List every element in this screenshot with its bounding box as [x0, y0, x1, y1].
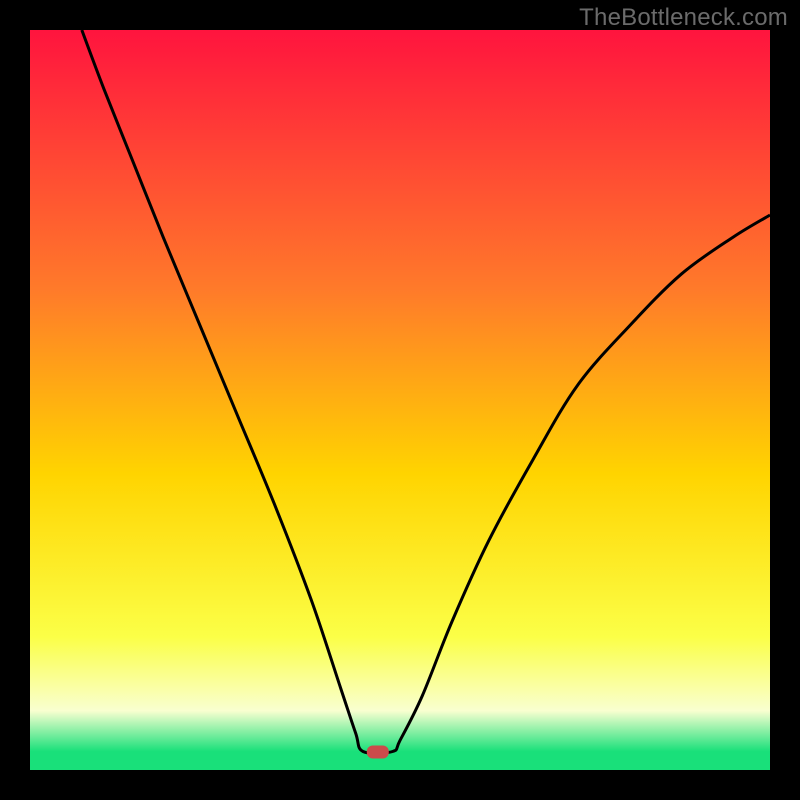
optimum-marker	[367, 746, 389, 759]
bottleneck-chart	[30, 30, 770, 770]
plot-area	[30, 30, 770, 770]
watermark-text: TheBottleneck.com	[579, 4, 788, 32]
chart-frame: TheBottleneck.com	[0, 0, 800, 800]
gradient-background	[30, 30, 770, 770]
